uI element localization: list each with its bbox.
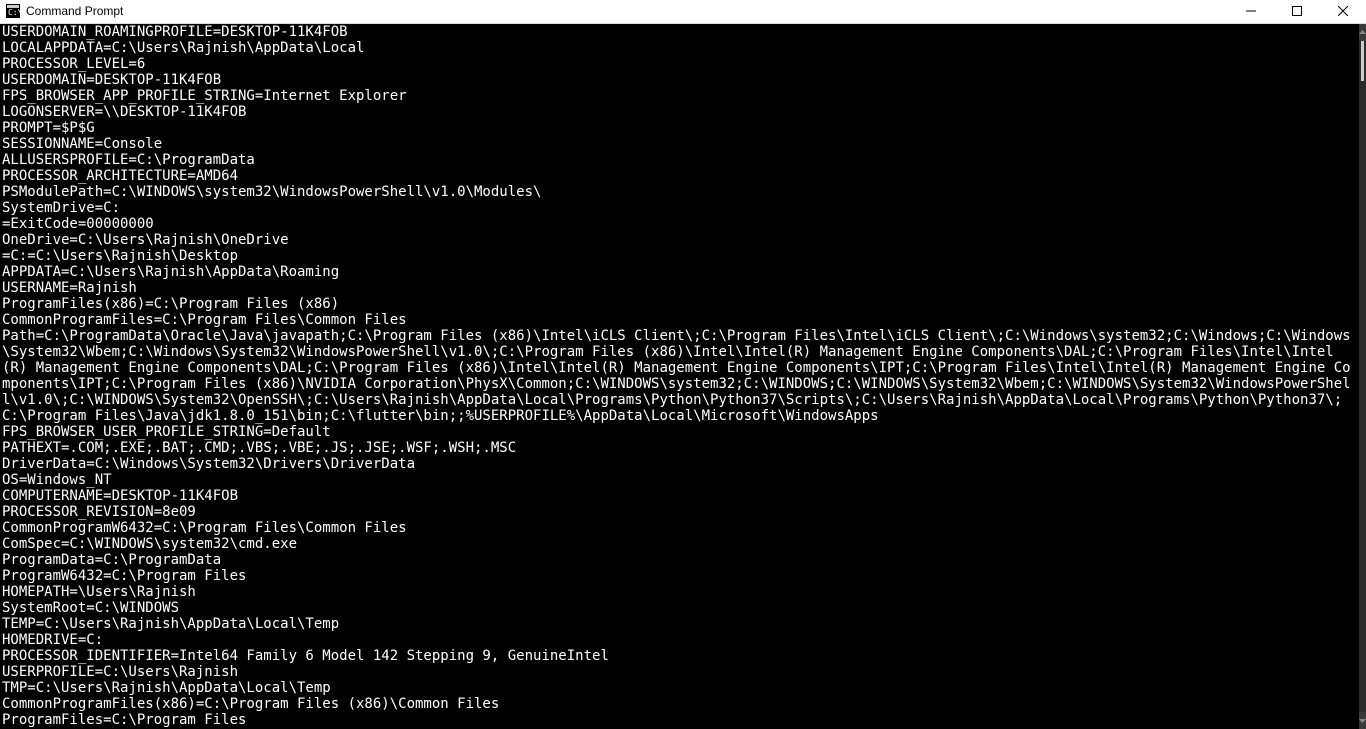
cmd-icon: C:\ [6,4,20,18]
scroll-down-button[interactable] [1359,712,1366,729]
close-button[interactable] [1320,0,1366,23]
scrollbar-track[interactable] [1359,41,1366,712]
titlebar[interactable]: C:\ Command Prompt [0,0,1366,24]
maximize-button[interactable] [1274,0,1320,23]
scrollbar-thumb[interactable] [1361,41,1364,81]
console-output[interactable]: USERDOMAIN_ROAMINGPROFILE=DESKTOP-11K4FO… [0,24,1359,729]
window-title: Command Prompt [26,4,123,18]
console-area: USERDOMAIN_ROAMINGPROFILE=DESKTOP-11K4FO… [0,24,1366,729]
svg-text:C:\: C:\ [8,8,20,17]
vertical-scrollbar[interactable] [1359,24,1366,729]
window-controls [1228,0,1366,23]
minimize-button[interactable] [1228,0,1274,23]
scroll-up-button[interactable] [1359,24,1366,41]
